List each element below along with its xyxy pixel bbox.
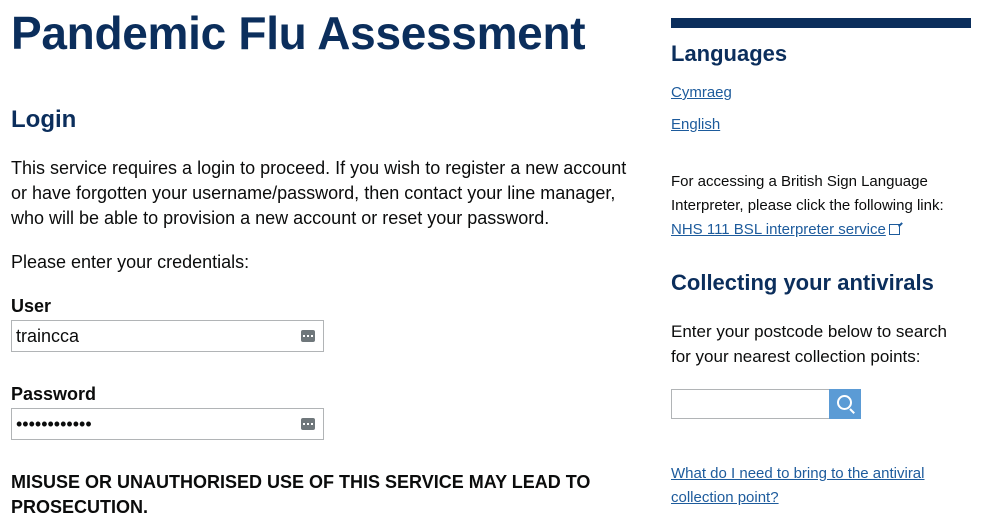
search-icon (837, 395, 852, 410)
languages-heading: Languages (671, 41, 788, 66)
login-intro-text: This service requires a login to proceed… (11, 158, 627, 228)
password-input[interactable] (16, 410, 286, 438)
user-field[interactable] (11, 320, 324, 352)
postcode-input[interactable] (671, 389, 830, 419)
antivirals-text: Enter your postcode below to search for … (671, 322, 947, 366)
password-label: Password (11, 384, 97, 404)
language-link-english[interactable]: English (671, 116, 720, 133)
password-field[interactable] (11, 408, 324, 440)
page-title: Pandemic Flu Assessment (11, 7, 586, 59)
login-heading: Login (11, 106, 77, 133)
external-link-icon (888, 224, 900, 235)
user-label: User (11, 296, 52, 316)
language-link-cymraeg[interactable]: Cymraeg (671, 84, 732, 101)
bsl-link-label: NHS 111 BSL interpreter service (671, 221, 886, 238)
antivirals-heading: Collecting your antivirals (671, 270, 934, 295)
password-manager-icon[interactable] (301, 330, 315, 342)
postcode-search-button[interactable] (829, 389, 861, 419)
misuse-warning: MISUSE OR UNAUTHORISED USE OF THIS SERVI… (11, 472, 591, 517)
password-manager-icon[interactable] (301, 418, 315, 430)
bring-section: What do I need to bring to the antiviral… (671, 462, 971, 510)
bsl-interpreter-link[interactable]: NHS 111 BSL interpreter service (671, 221, 900, 238)
user-input[interactable] (16, 322, 286, 350)
bsl-text: For accessing a British Sign Language In… (671, 173, 944, 214)
credentials-prompt: Please enter your credentials: (11, 252, 250, 272)
bsl-section: For accessing a British Sign Language In… (671, 170, 971, 242)
bring-to-collection-link[interactable]: What do I need to bring to the antiviral… (671, 465, 924, 506)
sidebar-top-bar (671, 18, 971, 28)
